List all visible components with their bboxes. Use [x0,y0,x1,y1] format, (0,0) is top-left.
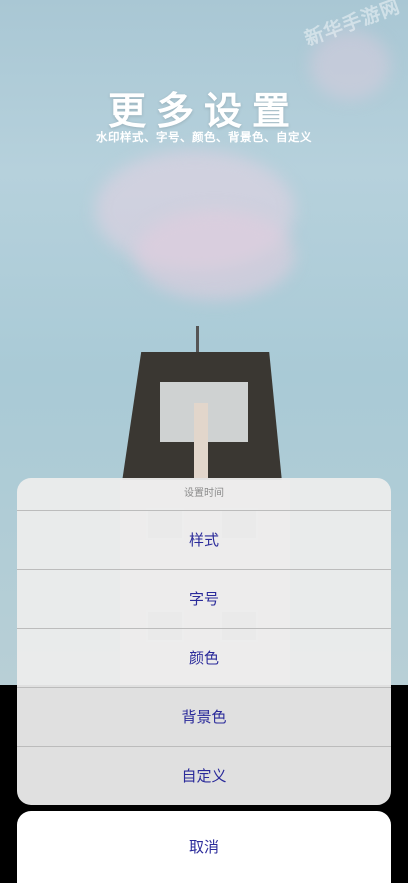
action-item-background-color[interactable]: 背景色 [17,688,391,747]
page-subtitle: 水印样式、字号、颜色、背景色、自定义 [96,130,312,144]
building-chimney [194,403,208,478]
page-title: 更多设置 [107,89,300,133]
action-item-font-size[interactable]: 字号 [17,570,391,629]
action-sheet-header: 设置时间 [17,478,391,511]
roof-pipe [196,326,199,354]
action-item-color[interactable]: 颜色 [17,629,391,688]
cloud [135,210,295,300]
action-item-style[interactable]: 样式 [17,511,391,570]
cancel-button[interactable]: 取消 [17,811,391,883]
action-sheet: 设置时间 样式 字号 颜色 背景色 自定义 [17,478,391,805]
action-item-custom[interactable]: 自定义 [17,747,391,805]
